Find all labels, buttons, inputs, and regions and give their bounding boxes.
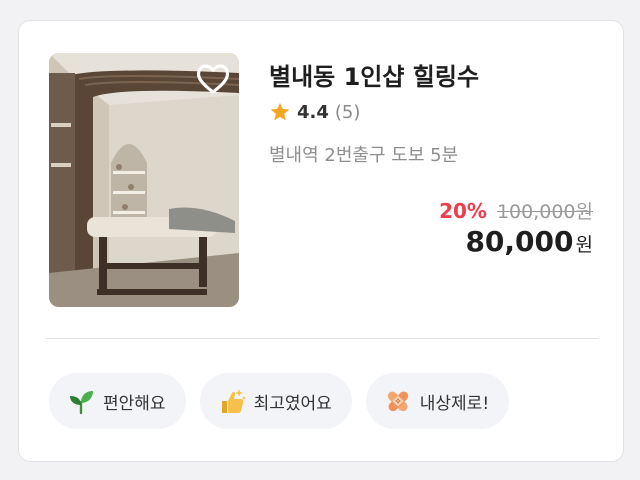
bandage-icon (387, 391, 408, 412)
currency-unit: 원 (575, 234, 593, 256)
listing-title[interactable]: 별내동 1인샵 힐링수 (269, 57, 479, 92)
rating: 4.4 (5) (269, 101, 360, 123)
thumbs-up-sparkle-icon (221, 389, 246, 413)
leaf-sprout-icon (70, 391, 93, 415)
final-price: 80,000 (465, 225, 574, 258)
rating-score: 4.4 (297, 101, 329, 123)
listing-card[interactable]: 별내동 1인샵 힐링수 4.4 (5) 별내역 2번출구 도보 5분 20% 1… (18, 20, 624, 462)
tag-comfortable[interactable]: 편안해요 (49, 373, 186, 429)
tag-no-damage[interactable]: 내상제로! (365, 373, 510, 429)
original-price: 100,000원 (496, 201, 593, 223)
review-tags: 편안해요 최고였어요 내상제로! (49, 373, 510, 429)
final-price-row: 80,000 원 (465, 225, 593, 258)
discount-rate: 20% (439, 199, 487, 223)
favorite-button[interactable] (193, 59, 233, 99)
tag-label: 내상제로! (419, 393, 490, 414)
tag-label: 최고였어요 (253, 393, 332, 414)
divider (45, 338, 599, 339)
discount-row: 20% 100,000원 (439, 197, 593, 224)
star-icon (270, 102, 290, 121)
review-count[interactable]: (5) (335, 102, 361, 123)
heart-outline-icon (196, 64, 230, 94)
location-text: 별내역 2번출구 도보 5분 (269, 145, 459, 166)
tag-best[interactable]: 최고였어요 (199, 373, 352, 429)
tag-label: 편안해요 (103, 393, 166, 414)
